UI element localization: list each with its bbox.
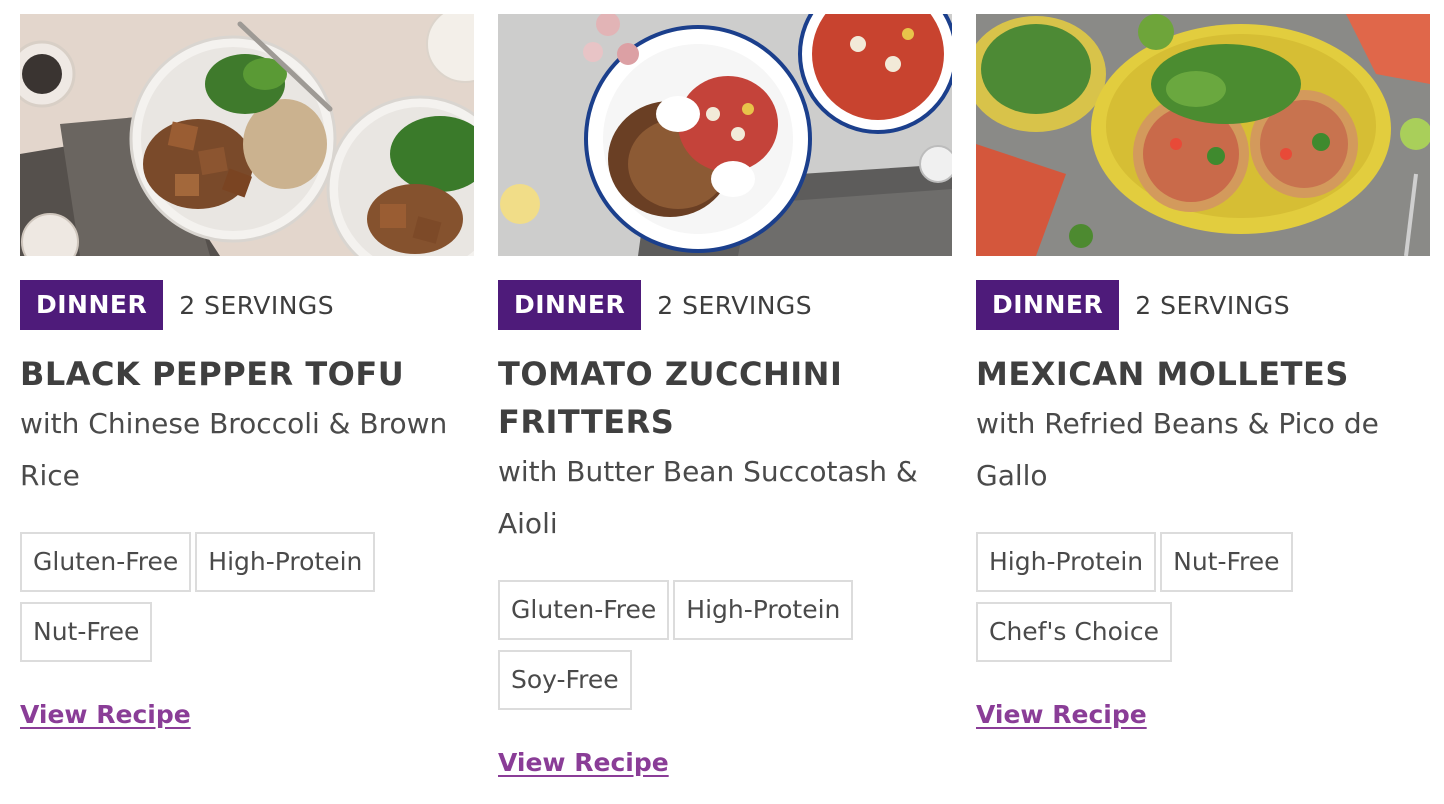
diet-tag: Gluten-Free — [498, 580, 670, 640]
recipe-photo-image — [976, 14, 1430, 256]
recipe-card: DINNER 2 SERVINGS TOMATO ZUCCHINI FRITTE… — [498, 14, 952, 777]
recipe-photo-image — [20, 14, 474, 256]
recipe-title[interactable]: MEXICAN MOLLETES — [976, 350, 1430, 398]
view-recipe-link[interactable]: View Recipe — [20, 700, 191, 729]
recipe-card: DINNER 2 SERVINGS MEXICAN MOLLETES with … — [976, 14, 1430, 777]
servings-label: 2 SERVINGS — [179, 290, 335, 320]
recipe-title[interactable]: TOMATO ZUCCHINI FRITTERS — [498, 350, 952, 446]
recipe-subtitle: with Butter Bean Succotash & Aioli — [498, 455, 918, 540]
diet-tags: High-Protein Nut-Free Chef's Choice — [976, 532, 1416, 662]
recipe-meta: DINNER 2 SERVINGS — [20, 280, 474, 330]
diet-tag: High-Protein — [195, 532, 376, 592]
diet-tag: High-Protein — [976, 532, 1157, 592]
recipe-photo[interactable] — [20, 14, 474, 256]
view-recipe-link[interactable]: View Recipe — [498, 748, 669, 777]
diet-tag: Nut-Free — [1160, 532, 1293, 592]
recipe-photo[interactable] — [498, 14, 952, 256]
recipe-card: DINNER 2 SERVINGS BLACK PEPPER TOFU with… — [20, 14, 474, 777]
diet-tag: Nut-Free — [20, 602, 153, 662]
recipe-meta: DINNER 2 SERVINGS — [976, 280, 1430, 330]
view-recipe-link[interactable]: View Recipe — [976, 700, 1147, 729]
recipe-meta: DINNER 2 SERVINGS — [498, 280, 952, 330]
recipe-subtitle: with Chinese Broccoli & Brown Rice — [20, 407, 448, 492]
diet-tags: Gluten-Free High-Protein Soy-Free — [498, 580, 938, 710]
diet-tag: Chef's Choice — [976, 602, 1172, 662]
category-badge: DINNER — [976, 280, 1120, 330]
diet-tag: High-Protein — [673, 580, 854, 640]
recipe-title[interactable]: BLACK PEPPER TOFU — [20, 350, 474, 398]
servings-label: 2 SERVINGS — [1135, 290, 1291, 320]
category-badge: DINNER — [20, 280, 164, 330]
diet-tag: Gluten-Free — [20, 532, 192, 592]
diet-tags: Gluten-Free High-Protein Nut-Free — [20, 532, 460, 662]
recipe-photo[interactable] — [976, 14, 1430, 256]
recipe-grid: DINNER 2 SERVINGS BLACK PEPPER TOFU with… — [20, 14, 1430, 777]
recipe-subtitle: with Refried Beans & Pico de Gallo — [976, 407, 1379, 492]
recipe-photo-image — [498, 14, 952, 256]
servings-label: 2 SERVINGS — [657, 290, 813, 320]
diet-tag: Soy-Free — [498, 650, 632, 710]
category-badge: DINNER — [498, 280, 642, 330]
